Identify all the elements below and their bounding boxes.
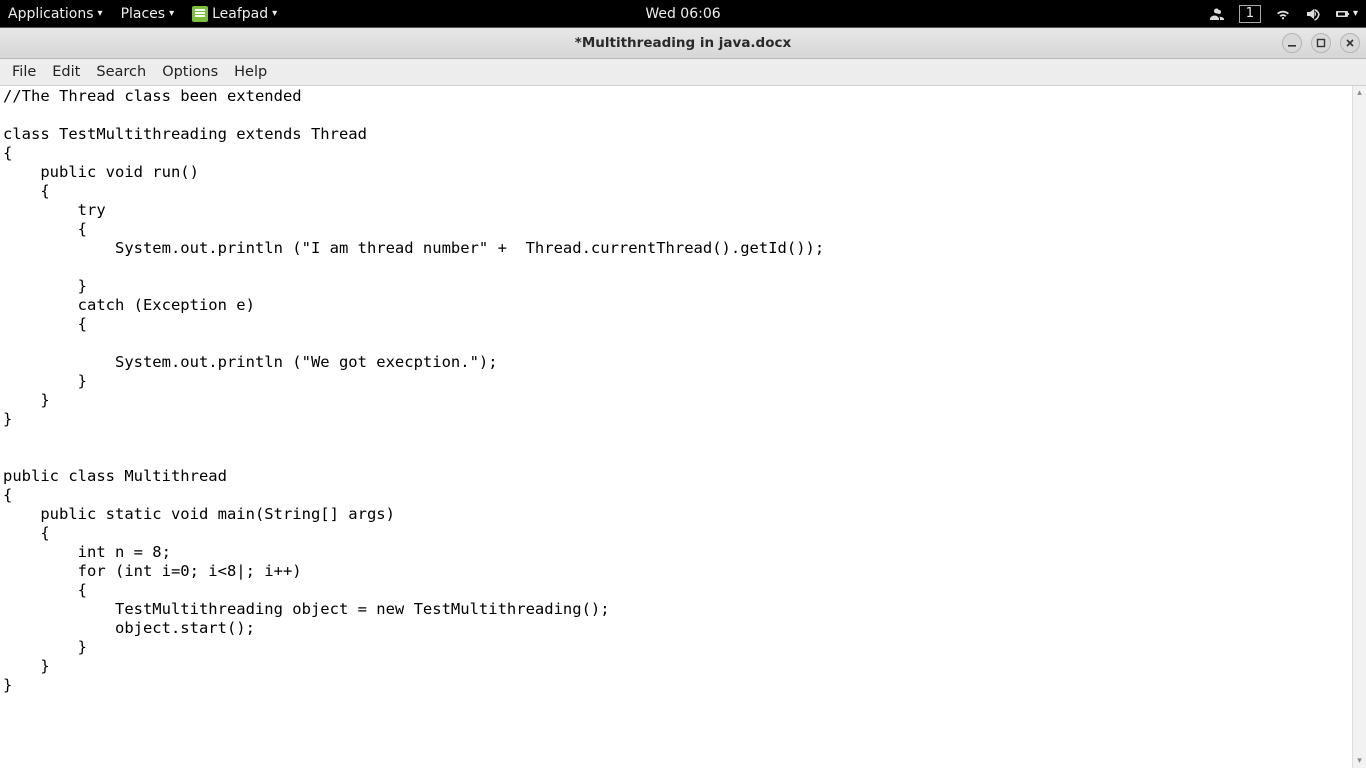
caret-down-icon: ▾	[1353, 8, 1358, 19]
caret-down-icon: ▾	[272, 8, 277, 19]
caret-down-icon: ▾	[169, 8, 174, 19]
workspace-number: 1	[1246, 6, 1254, 21]
panel-places-menu[interactable]: Places ▾	[121, 6, 175, 22]
menu-search[interactable]: Search	[88, 61, 154, 83]
window-title: *Multithreading in java.docx	[575, 35, 791, 51]
window-close-button[interactable]	[1340, 33, 1360, 53]
app-menubar: File Edit Search Options Help	[0, 59, 1366, 86]
users-icon[interactable]	[1209, 6, 1225, 22]
battery-icon	[1335, 6, 1351, 22]
workspace-indicator[interactable]: 1	[1239, 5, 1261, 23]
panel-active-app[interactable]: Leafpad ▾	[192, 6, 277, 22]
window-titlebar[interactable]: *Multithreading in java.docx	[0, 28, 1366, 59]
scroll-up-stepper[interactable]: ▴	[1353, 86, 1366, 100]
wifi-icon[interactable]	[1275, 6, 1291, 22]
panel-clock-label: Wed 06:06	[645, 6, 720, 22]
menu-help[interactable]: Help	[226, 61, 275, 83]
menu-edit-label: Edit	[52, 64, 80, 80]
text-editor-area[interactable]: //The Thread class been extended class T…	[0, 86, 1352, 768]
menu-help-label: Help	[234, 64, 267, 80]
panel-clock[interactable]: Wed 06:06	[645, 6, 720, 22]
menu-file-label: File	[12, 64, 36, 80]
panel-applications-menu[interactable]: Applications ▾	[8, 6, 103, 22]
panel-places-label: Places	[121, 6, 166, 22]
panel-app-label: Leafpad	[212, 6, 268, 22]
window-minimize-button[interactable]	[1282, 33, 1302, 53]
desktop-top-panel: Applications ▾ Places ▾ Leafpad ▾ Wed 06…	[0, 0, 1366, 27]
panel-applications-label: Applications	[8, 6, 94, 22]
power-menu[interactable]: ▾	[1335, 6, 1358, 22]
editor-content: //The Thread class been extended class T…	[3, 87, 824, 694]
window-maximize-button[interactable]	[1311, 33, 1331, 53]
volume-icon[interactable]	[1305, 6, 1321, 22]
menu-options[interactable]: Options	[154, 61, 226, 83]
menu-options-label: Options	[162, 64, 218, 80]
leafpad-window: *Multithreading in java.docx File Edit S…	[0, 27, 1366, 768]
menu-search-label: Search	[96, 64, 146, 80]
vertical-scrollbar[interactable]: ▴ ▾	[1352, 86, 1366, 768]
leafpad-app-icon	[192, 6, 208, 22]
caret-down-icon: ▾	[98, 8, 103, 19]
menu-edit[interactable]: Edit	[44, 61, 88, 83]
menu-file[interactable]: File	[4, 61, 44, 83]
scroll-down-stepper[interactable]: ▾	[1353, 754, 1366, 768]
